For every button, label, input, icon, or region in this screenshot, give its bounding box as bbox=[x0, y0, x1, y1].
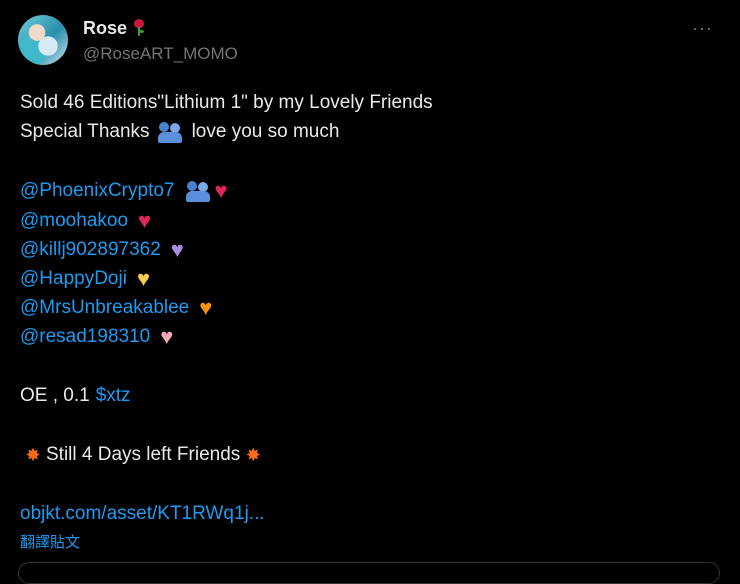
mention-row: @PhoenixCrypto7 ♥ bbox=[20, 179, 240, 203]
countdown-line: ✸ Still 4 Days left Friends ✸ bbox=[20, 443, 266, 467]
people-hugging-icon bbox=[186, 179, 212, 203]
collision-icon: ✸ bbox=[245, 445, 261, 465]
mention-link[interactable]: @MrsUnbreakablee bbox=[20, 296, 189, 320]
orange-heart-icon: ♥ bbox=[199, 295, 213, 320]
mention-row: @HappyDoji ♥ bbox=[20, 267, 163, 291]
price-line: OE , 0.1 $xtz bbox=[20, 384, 131, 408]
price-text: OE , 0.1 bbox=[20, 385, 90, 406]
mention-link[interactable]: @killj902897362 bbox=[20, 238, 161, 262]
special-thanks-text: Special Thanks bbox=[20, 121, 150, 142]
mention-row: @resad198310 ♥ bbox=[20, 325, 186, 349]
rose-icon bbox=[133, 19, 145, 37]
mention-link[interactable]: @resad198310 bbox=[20, 325, 150, 349]
countdown-text: Still 4 Days left Friends bbox=[46, 444, 241, 465]
red-heart-icon: ♥ bbox=[138, 208, 152, 233]
sparkling-heart-icon: ♥ bbox=[214, 178, 228, 203]
tweet-text-line2: Special Thanks love you so much bbox=[20, 120, 339, 144]
author-name[interactable]: Rose bbox=[83, 18, 127, 39]
link-preview-card[interactable] bbox=[18, 562, 720, 584]
love-text: love you so much bbox=[191, 121, 340, 142]
mention-row: @killj902897362 ♥ bbox=[20, 238, 197, 262]
people-hugging-icon bbox=[157, 120, 184, 144]
external-link[interactable]: objkt.com/asset/KT1RWq1j... bbox=[20, 502, 265, 526]
avatar[interactable] bbox=[18, 15, 68, 65]
mention-link[interactable]: @PhoenixCrypto7 bbox=[20, 179, 174, 203]
translate-post-link[interactable]: 翻譯貼文 bbox=[20, 531, 80, 552]
more-horizontal-icon[interactable]: ··· bbox=[692, 19, 713, 37]
external-link-line: objkt.com/asset/KT1RWq1j... bbox=[20, 502, 265, 526]
cashtag-link[interactable]: $xtz bbox=[96, 384, 131, 408]
tweet-text-line1: Sold 46 Editions"Lithium 1" by my Lovely… bbox=[20, 92, 433, 113]
mention-row: @MrsUnbreakablee ♥ bbox=[20, 296, 225, 320]
collision-icon: ✸ bbox=[25, 445, 41, 465]
author-row: Rose bbox=[83, 17, 145, 39]
mention-link[interactable]: @HappyDoji bbox=[20, 267, 127, 291]
pink-heart-icon: ♥ bbox=[160, 324, 174, 349]
mention-row: @moohakoo ♥ bbox=[20, 209, 164, 233]
purple-heart-icon: ♥ bbox=[170, 237, 184, 262]
mention-link[interactable]: @moohakoo bbox=[20, 209, 128, 233]
author-handle[interactable]: @RoseART_MOMO bbox=[83, 44, 238, 64]
yellow-heart-icon: ♥ bbox=[136, 266, 151, 291]
